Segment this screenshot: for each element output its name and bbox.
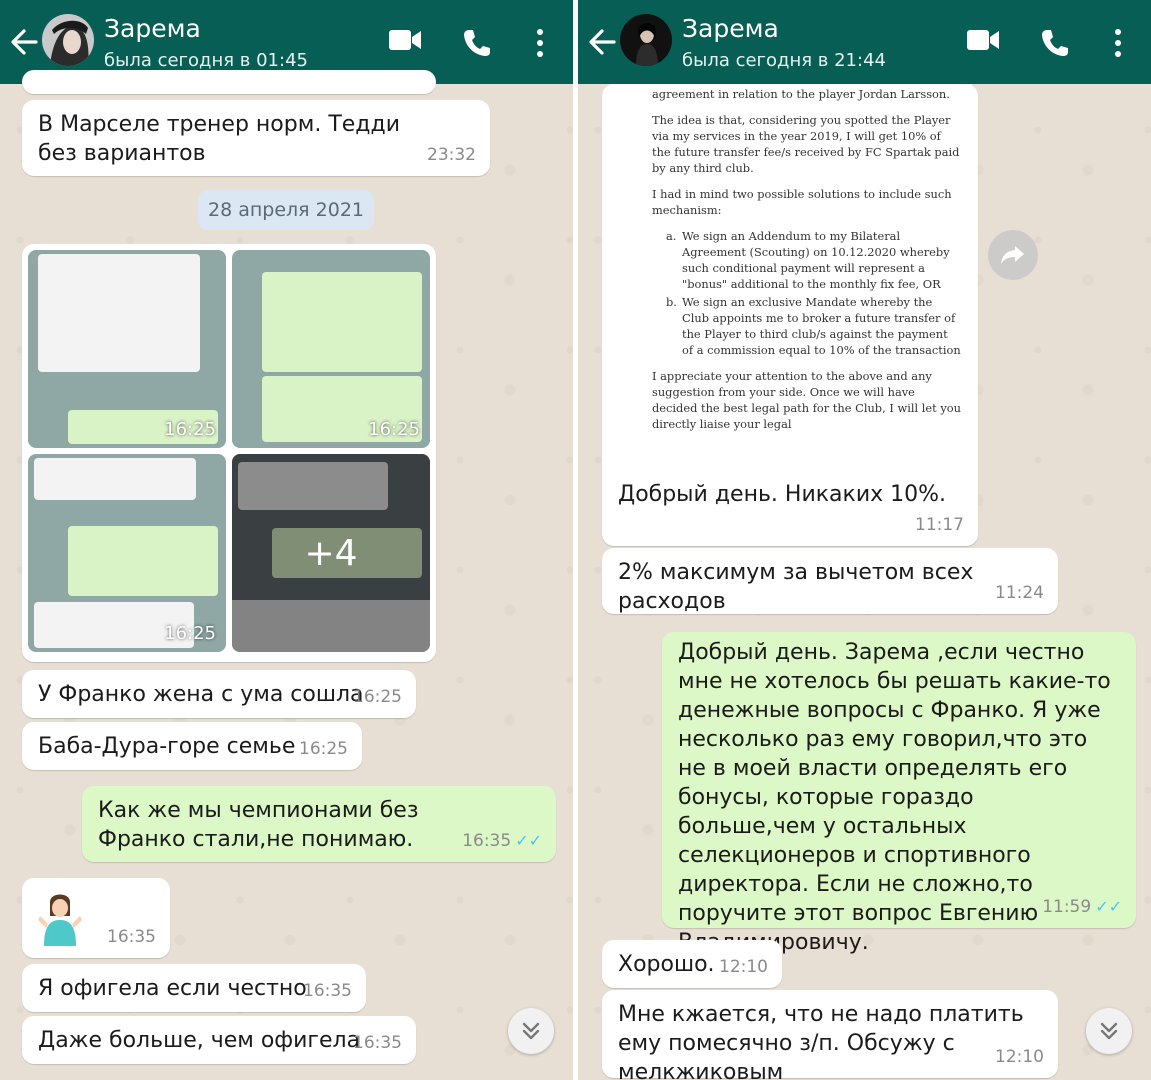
incoming-emoji-message[interactable]: 16:35 <box>22 878 170 958</box>
message-time: 16:35 <box>353 1033 402 1053</box>
last-seen-status: была сегодня в 01:45 <box>104 50 308 71</box>
message-text: Даже больше, чем офигела <box>38 1028 361 1053</box>
album-image-more[interactable]: +4 <box>232 454 430 652</box>
message-text: Мне кжается, что не надо платить ему пом… <box>618 1002 1024 1080</box>
message-time: 11:17 <box>915 515 964 535</box>
message-text: Добрый день. Никаких 10%. <box>618 482 947 507</box>
incoming-message[interactable]: У Франко жена с ума сошла 16:25 <box>22 670 416 718</box>
voice-call-icon[interactable] <box>1040 28 1070 62</box>
voice-call-icon[interactable] <box>462 28 492 62</box>
album-image-1[interactable]: 16:25 <box>28 250 226 448</box>
image-album-bubble[interactable]: 16:25 16:25 16:25 +4 <box>22 244 436 662</box>
double-chevron-down-icon <box>1100 1022 1118 1040</box>
incoming-message[interactable]: Мне кжается, что не надо платить ему пом… <box>602 990 1058 1080</box>
document-paragraph: agreement in relation to the player Jord… <box>652 87 950 101</box>
message-text: Я офигела если честно <box>38 976 307 1001</box>
incoming-message[interactable]: В Марселе тренер норм. Тедди без вариант… <box>22 100 490 176</box>
read-receipt-icon: ✓✓ <box>1095 897 1122 916</box>
album-image-3[interactable]: 16:25 <box>28 454 226 652</box>
partial-message-bubble <box>22 70 436 94</box>
image-message-bubble[interactable]: agreement in relation to the player Jord… <box>602 84 978 546</box>
back-arrow-icon[interactable] <box>8 22 40 62</box>
chat-screen-right: Зарема была сегодня в 21:44 agreement in… <box>578 0 1151 1080</box>
message-time: 16:25 <box>299 739 348 759</box>
contact-name[interactable]: Зарема <box>104 14 201 43</box>
album-image-2[interactable]: 16:25 <box>232 250 430 448</box>
last-seen-status: была сегодня в 21:44 <box>682 50 886 71</box>
read-receipt-icon: ✓✓ <box>515 831 542 850</box>
person-shrugging-emoji <box>36 890 84 946</box>
message-time: 12:10 <box>719 957 768 977</box>
message-text: Баба-Дура-горе семье <box>38 734 296 759</box>
scroll-to-bottom-button[interactable] <box>1086 1008 1132 1054</box>
image-time: 16:25 <box>368 419 420 440</box>
more-options-icon[interactable] <box>535 28 545 62</box>
message-time: 11:59 <box>1042 897 1092 917</box>
message-time: 16:35 <box>462 831 512 851</box>
message-time-with-status: 11:59 ✓✓ <box>1042 892 1122 922</box>
contact-avatar[interactable] <box>620 14 672 66</box>
image-time: 16:25 <box>164 623 216 644</box>
message-time: 16:35 <box>107 927 156 947</box>
double-chevron-down-icon <box>522 1022 540 1040</box>
document-paragraph: I appreciate your attention to the above… <box>652 369 961 431</box>
message-text: У Франко жена с ума сошла <box>38 682 364 707</box>
forward-icon <box>1001 246 1024 264</box>
scroll-to-bottom-button[interactable] <box>508 1008 554 1054</box>
document-list-item: b. We sign an exclusive Mandate whereby t… <box>666 295 961 357</box>
chat-screen-left: Зарема была сегодня в 01:45 В Марселе тр… <box>0 0 573 1080</box>
message-time: 12:10 <box>995 1047 1044 1067</box>
forward-button[interactable] <box>988 230 1038 280</box>
more-options-icon[interactable] <box>1113 28 1123 62</box>
more-images-count: +4 <box>232 454 430 652</box>
message-time: 23:32 <box>427 145 476 165</box>
image-time: 16:25 <box>164 419 216 440</box>
message-time-with-status: 16:35 ✓✓ <box>462 826 542 856</box>
video-call-icon[interactable] <box>966 26 1000 58</box>
contact-name[interactable]: Зарема <box>682 14 779 43</box>
message-time: 16:25 <box>353 687 402 707</box>
message-text: В Марселе тренер норм. Тедди без вариант… <box>38 112 401 166</box>
message-text: 2% максимум за вычетом всех расходов <box>618 560 974 614</box>
incoming-message[interactable]: Хорошо. 12:10 <box>602 940 782 988</box>
incoming-message[interactable]: 2% максимум за вычетом всех расходов 11:… <box>602 548 1058 614</box>
incoming-message[interactable]: Даже больше, чем офигела 16:35 <box>22 1016 416 1064</box>
message-text: Как же мы чемпионами без Франко стали,не… <box>98 798 419 852</box>
video-call-icon[interactable] <box>388 26 422 58</box>
message-text: Хорошо. <box>618 952 715 977</box>
document-paragraph: I had in mind two possible solutions to … <box>652 187 952 217</box>
document-list-item: a. We sign an Addendum to my Bilateral Ag… <box>666 229 950 291</box>
date-chip: 28 апреля 2021 г. <box>198 190 374 261</box>
chat-header: Зарема была сегодня в 21:44 <box>578 0 1151 84</box>
incoming-message[interactable]: Я офигела если честно 16:35 <box>22 964 366 1012</box>
document-paragraph: The idea is that, considering you spotte… <box>652 113 960 175</box>
message-time: 11:24 <box>995 583 1044 603</box>
message-time: 16:35 <box>303 981 352 1001</box>
back-arrow-icon[interactable] <box>586 22 618 62</box>
outgoing-message[interactable]: Добрый день. Зарема ,если честно мне не … <box>662 632 1136 955</box>
outgoing-message[interactable]: Как же мы чемпионами без Франко стали,не… <box>82 786 556 862</box>
document-screenshot-image[interactable]: agreement in relation to the player Jord… <box>612 84 972 476</box>
incoming-message[interactable]: Баба-Дура-горе семье 16:25 <box>22 722 362 770</box>
contact-avatar[interactable] <box>42 14 94 66</box>
